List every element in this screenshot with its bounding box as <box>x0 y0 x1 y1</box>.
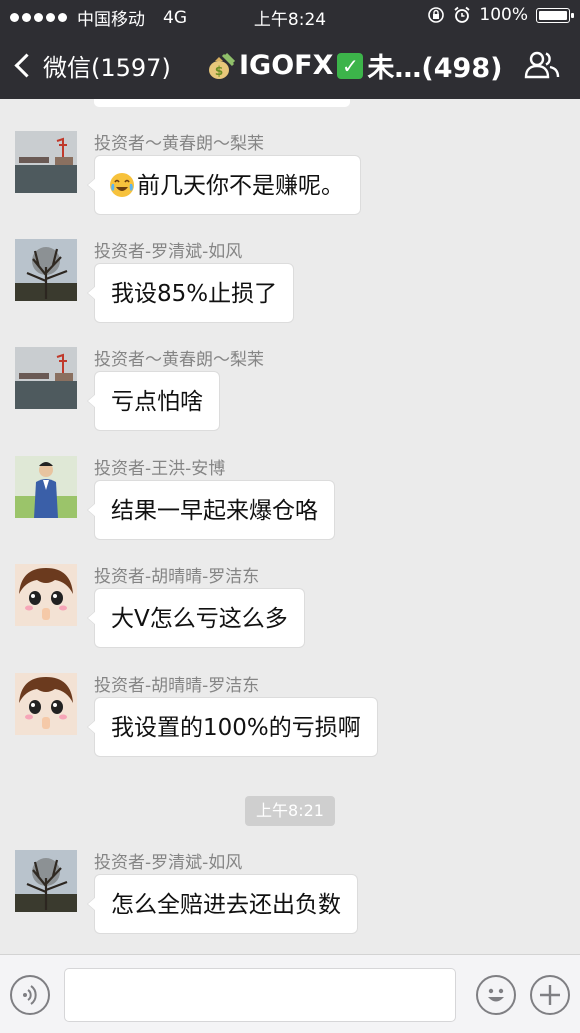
emoji-button[interactable] <box>476 975 516 1015</box>
sender-name: 投资者-罗清斌-如风 <box>94 853 243 873</box>
plus-button[interactable] <box>530 975 570 1015</box>
sender-name: 投资者-王洪-安博 <box>94 459 226 479</box>
message-text: 我设85%止损了 <box>111 281 278 307</box>
avatar[interactable] <box>15 347 77 409</box>
message-text: 前几天你不是赚呢。 <box>137 173 344 199</box>
sender-name: 投资者～黄春朗～梨茉 <box>94 134 264 154</box>
avatar[interactable] <box>15 673 77 735</box>
money-bag-emoji-icon: $ <box>209 52 235 79</box>
check-mark-emoji-icon: ✓ <box>337 52 364 79</box>
message-bubble[interactable]: 前几天你不是赚呢。 <box>87 155 361 215</box>
plus-icon <box>540 985 560 1005</box>
avatar[interactable] <box>15 850 77 912</box>
battery-percent: 100% <box>479 5 528 25</box>
back-button[interactable]: 微信(1597) <box>12 48 171 83</box>
sender-name: 投资者-罗清斌-如风 <box>94 242 243 262</box>
message-text: 怎么全赔进去还出负数 <box>111 892 341 918</box>
orientation-lock-icon <box>428 7 445 23</box>
voice-button[interactable] <box>10 975 50 1015</box>
avatar[interactable] <box>15 239 77 301</box>
message-text: 大V怎么亏这么多 <box>111 606 288 632</box>
message-input[interactable] <box>64 968 456 1022</box>
message-bubble[interactable]: 结果一早起来爆仓咯 <box>87 480 335 540</box>
voice-icon <box>23 985 37 1005</box>
avatar[interactable] <box>15 456 77 518</box>
message-bubble[interactable]: 亏点怕啥 <box>87 371 220 431</box>
sender-name: 投资者～黄春朗～梨茉 <box>94 350 264 370</box>
status-bar: 中国移动 4G 上午8:24 100% <box>0 0 580 32</box>
message-text: 亏点怕啥 <box>111 389 203 415</box>
message-bubble[interactable]: 我设置的100%的亏损啊 <box>87 697 378 757</box>
nav-bar: 微信(1597) $ IGOFX ✓ 未…(498) <box>0 32 580 99</box>
alarm-icon <box>454 6 470 23</box>
message-text: 结果一早起来爆仓咯 <box>111 498 318 524</box>
message-bubble[interactable]: 我设85%止损了 <box>86 263 295 323</box>
avatar[interactable] <box>15 564 77 626</box>
chat-title: $ IGOFX ✓ 未…(498) <box>205 46 502 85</box>
timestamp: 上午8:21 <box>245 796 335 826</box>
sender-name: 投资者-胡晴晴-罗洁东 <box>94 676 260 696</box>
chat-title-prefix: IGOFX <box>239 50 334 81</box>
chat-title-suffix: 未…(498) <box>367 53 503 84</box>
back-label: 微信(1597) <box>43 54 171 82</box>
input-bar <box>0 954 580 1033</box>
emoji-icon <box>488 988 504 1002</box>
previous-message-bubble <box>94 99 350 107</box>
avatar[interactable] <box>15 131 77 193</box>
message-bubble[interactable]: 大V怎么亏这么多 <box>87 588 305 648</box>
message-bubble[interactable]: 怎么全赔进去还出负数 <box>87 874 358 934</box>
battery-icon <box>536 7 574 23</box>
back-chevron-icon <box>14 53 39 78</box>
crying-laughing-emoji-icon <box>110 173 134 197</box>
message-text: 我设置的100%的亏损啊 <box>111 715 361 741</box>
chat-area[interactable]: 投资者～黄春朗～梨茉 前几天你不是赚呢。 投资者-罗清斌-如风 我设85%止损了… <box>0 99 580 954</box>
svg-text:$: $ <box>215 64 223 78</box>
group-members-icon[interactable] <box>524 50 560 80</box>
sender-name: 投资者-胡晴晴-罗洁东 <box>94 567 260 587</box>
